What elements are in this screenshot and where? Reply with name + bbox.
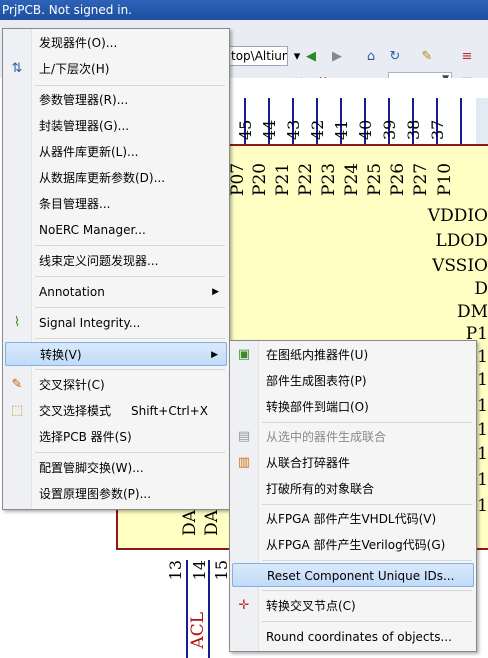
pin-label: P27 bbox=[411, 162, 431, 196]
submenu-item-round-coordinates[interactable]: Round coordinates of objects... bbox=[232, 625, 474, 649]
submenu-item-create-union[interactable]: ▤ 从选中的器件生成联合 bbox=[232, 425, 474, 449]
pin-number: 38 bbox=[404, 119, 423, 140]
menu-separator bbox=[262, 560, 472, 561]
right-pin-label: LDOD bbox=[435, 231, 488, 251]
align-icon[interactable]: ≡ bbox=[458, 48, 476, 66]
pin-number: 45 bbox=[236, 119, 255, 140]
top-pins: 45 44 43 42 41 40 39 38 37 bbox=[232, 98, 488, 144]
submenu-item-convert-to-port[interactable]: 转换部件到端口(O) bbox=[232, 395, 474, 419]
push-part-icon: ▣ bbox=[237, 347, 251, 362]
union-icon: ▤ bbox=[237, 429, 251, 444]
context-menu: 发现器件(O)... ⇅ 上/下层次(H) 参数管理器(R)... 封装管理器(G… bbox=[2, 28, 230, 510]
convert-submenu: ▣ 在图纸内推器件(U) 部件生成图表符(P) 转换部件到端口(O) ▤ 从选中的器… bbox=[229, 340, 477, 652]
submenu-item-break-all-unions[interactable]: 打破所有的对象联合 bbox=[232, 477, 474, 501]
submenu-item-fpga-verilog[interactable]: 从FPGA 部件产生Verilog代码(G) bbox=[232, 533, 474, 557]
pin-number: 37 bbox=[428, 119, 447, 140]
right-pin-label: VDDIO bbox=[427, 206, 488, 226]
menu-item-cross-select-mode[interactable]: ⬚ 交叉选择模式 Shift+Ctrl+X bbox=[5, 399, 227, 423]
path-text: top\Altium bbox=[231, 49, 288, 63]
menu-item-parameter-manager[interactable]: 参数管理器(R)... bbox=[5, 88, 227, 112]
menu-separator bbox=[262, 590, 472, 591]
shortcut-text: Shift+Ctrl+X bbox=[131, 404, 208, 418]
menu-separator bbox=[262, 504, 472, 505]
pin-label: P24 bbox=[342, 162, 362, 196]
submenu-item-convert-junction[interactable]: ✛ 转换交叉节点(C) bbox=[232, 594, 474, 618]
submenu-item-sheet-symbol[interactable]: 部件生成图表符(P) bbox=[232, 369, 474, 393]
menu-separator bbox=[35, 452, 225, 453]
menu-item-item-manager[interactable]: 条目管理器... bbox=[5, 192, 227, 216]
menu-item-harness-finder[interactable]: 线束定义问题发现器... bbox=[5, 249, 227, 273]
menu-separator bbox=[35, 276, 225, 277]
right-pin-label: D bbox=[474, 279, 488, 299]
pin-number: 13 bbox=[166, 560, 185, 581]
submenu-arrow-icon: ▶ bbox=[211, 350, 218, 360]
pin-number: 42 bbox=[308, 119, 327, 140]
pin-label: P25 bbox=[365, 162, 385, 196]
signal-integrity-icon: ⌇ bbox=[13, 315, 21, 330]
pin-number: 39 bbox=[380, 119, 399, 140]
pin-number: 43 bbox=[284, 119, 303, 140]
menu-separator bbox=[262, 621, 472, 622]
menu-item-signal-integrity[interactable]: ⌇ Signal Integrity... bbox=[5, 311, 227, 335]
submenu-item-fpga-vhdl[interactable]: 从FPGA 部件产生VHDL代码(V) bbox=[232, 507, 474, 531]
home-icon[interactable]: ⌂ bbox=[362, 48, 380, 66]
pin-label: P07 bbox=[228, 162, 248, 196]
menu-separator bbox=[35, 338, 225, 339]
menu-separator bbox=[35, 369, 225, 370]
menu-item-hierarchy[interactable]: ⇅ 上/下层次(H) bbox=[5, 57, 227, 81]
bottom-pin-label: DA bbox=[180, 510, 200, 536]
pin-number: 41 bbox=[332, 119, 351, 140]
menu-separator bbox=[262, 422, 472, 423]
menu-item-footprint-manager[interactable]: 封装管理器(G)... bbox=[5, 114, 227, 138]
back-icon[interactable]: ◀ bbox=[302, 48, 320, 66]
menu-item-noerc-manager[interactable]: NoERC Manager... bbox=[5, 218, 227, 242]
submenu-item-push-part[interactable]: ▣ 在图纸内推器件(U) bbox=[232, 343, 474, 367]
menu-item-update-from-library[interactable]: 从器件库更新(L)... bbox=[5, 140, 227, 164]
window-title: PrjPCB. Not signed in. bbox=[0, 0, 488, 20]
break-union-icon: ▥ bbox=[237, 455, 251, 470]
right-pin-label: VSSIO bbox=[432, 256, 488, 276]
menu-separator bbox=[35, 245, 225, 246]
pin-label: P23 bbox=[319, 162, 339, 196]
cross-probe-icon: ✎ bbox=[11, 377, 23, 392]
menu-item-select-pcb-components[interactable]: 选择PCB 器件(S) bbox=[5, 425, 227, 449]
right-pin-label: DM bbox=[456, 302, 488, 322]
menu-item-schematic-preferences[interactable]: 设置原理图参数(P)... bbox=[5, 482, 227, 506]
junction-icon: ✛ bbox=[238, 598, 250, 613]
pin-number: 44 bbox=[260, 119, 279, 140]
menu-item-update-from-database[interactable]: 从数据库更新参数(D)... bbox=[5, 166, 227, 190]
pin-label: P26 bbox=[388, 162, 408, 196]
pin-label: P21 bbox=[273, 162, 293, 196]
net-label: ACL bbox=[188, 612, 208, 649]
menu-item-cross-probe[interactable]: ✎ 交叉探针(C) bbox=[5, 373, 227, 397]
submenu-item-break-union[interactable]: ▥ 从联合打碎器件 bbox=[232, 451, 474, 475]
refresh-icon[interactable]: ↻ bbox=[386, 48, 404, 66]
submenu-arrow-icon: ▶ bbox=[212, 287, 219, 297]
menu-item-find-component[interactable]: 发现器件(O)... bbox=[5, 31, 227, 55]
bottom-pin-label: DA bbox=[202, 510, 222, 536]
path-combo[interactable]: top\Altium bbox=[228, 46, 288, 66]
hierarchy-icon: ⇅ bbox=[11, 61, 23, 76]
pin-label: P22 bbox=[296, 162, 316, 196]
menu-separator bbox=[35, 307, 225, 308]
menu-separator bbox=[35, 85, 225, 86]
cross-select-icon: ⬚ bbox=[10, 403, 24, 418]
pin-number: 40 bbox=[356, 119, 375, 140]
pin-label: P20 bbox=[250, 162, 270, 196]
forward-icon[interactable]: ▶ bbox=[328, 48, 346, 66]
menu-item-annotation[interactable]: Annotation ▶ bbox=[5, 280, 227, 304]
menu-item-convert[interactable]: 转换(V) ▶ bbox=[5, 342, 227, 366]
pin-label: P10 bbox=[435, 162, 455, 196]
submenu-item-reset-unique-ids[interactable]: Reset Component Unique IDs... bbox=[232, 563, 474, 587]
pin-number: 14 bbox=[190, 560, 209, 581]
pin-line bbox=[460, 98, 462, 144]
ruler-icon[interactable]: ✎ bbox=[418, 48, 436, 66]
menu-item-pin-swap[interactable]: 配置管脚交换(W)... bbox=[5, 456, 227, 480]
